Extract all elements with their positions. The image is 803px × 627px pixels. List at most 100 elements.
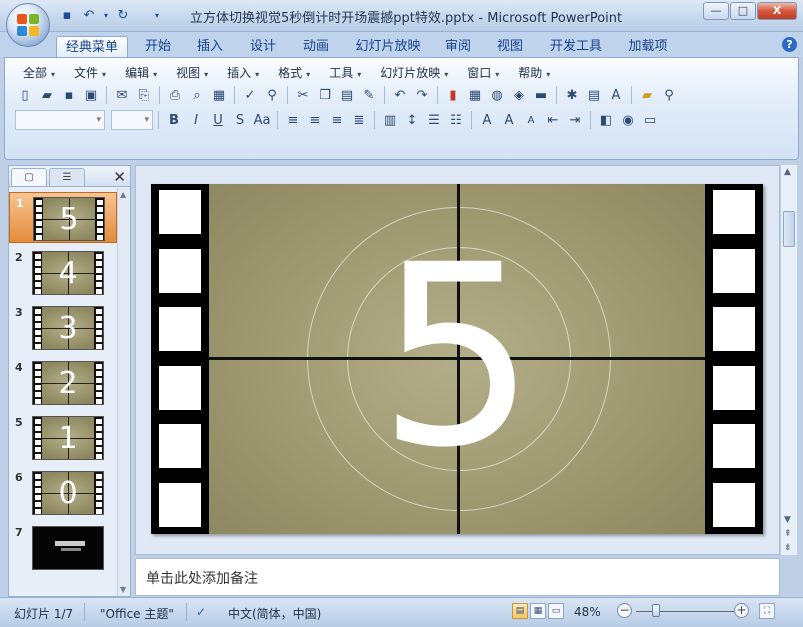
- slide-sorter-button[interactable]: ▦: [530, 603, 546, 619]
- menu-insert[interactable]: 插入: [217, 62, 268, 82]
- font-size-combo[interactable]: ▾: [111, 110, 153, 130]
- slide-canvas[interactable]: 5: [151, 184, 763, 534]
- menu-view[interactable]: 视图: [166, 62, 217, 82]
- justify-icon[interactable]: ≣: [349, 110, 369, 130]
- attach-icon[interactable]: ⎘: [134, 85, 154, 105]
- thumbnail-scrollbar[interactable]: ▲ ▼: [117, 188, 130, 596]
- align-center-icon[interactable]: ≡: [305, 110, 325, 130]
- redo-icon[interactable]: ↻: [114, 6, 132, 24]
- tab-design[interactable]: 设计: [243, 36, 283, 57]
- cut-icon[interactable]: ✂: [293, 85, 313, 105]
- menu-edit[interactable]: 编辑: [115, 62, 166, 82]
- tab-insert[interactable]: 插入: [190, 36, 230, 57]
- zoom-in-button[interactable]: +: [734, 603, 749, 618]
- decrease-indent-icon[interactable]: ⇤: [543, 110, 563, 130]
- shadow-icon[interactable]: S: [230, 110, 250, 130]
- tab-addins[interactable]: 加载项: [622, 36, 674, 57]
- thumbnail-slide[interactable]: 7: [9, 522, 117, 573]
- chart-icon[interactable]: ▮: [443, 85, 463, 105]
- arrange-icon[interactable]: ◧: [596, 110, 616, 130]
- research-icon[interactable]: ⚲: [262, 85, 282, 105]
- menu-file[interactable]: 文件: [64, 62, 115, 82]
- paste-icon[interactable]: ▤: [337, 85, 357, 105]
- thumbnail-slide[interactable]: 51: [9, 412, 117, 463]
- italic-icon[interactable]: I: [186, 110, 206, 130]
- next-slide-icon[interactable]: ⇟: [784, 543, 792, 553]
- zoom-slider-track[interactable]: [636, 611, 734, 612]
- align-left-icon[interactable]: ≡: [283, 110, 303, 130]
- layout-icon[interactable]: ▤: [584, 85, 604, 105]
- tab-home[interactable]: 开始: [138, 36, 178, 57]
- increase-indent-icon[interactable]: ⇥: [565, 110, 585, 130]
- maximize-button[interactable]: □: [730, 2, 756, 20]
- undo-icon[interactable]: ↶: [390, 85, 410, 105]
- menu-format[interactable]: 格式: [268, 62, 319, 82]
- tab-slideshow[interactable]: 幻灯片放映: [352, 36, 424, 57]
- slideshow-button[interactable]: ▭: [548, 603, 564, 619]
- email-icon[interactable]: ✉: [112, 85, 132, 105]
- tab-animation[interactable]: 动画: [296, 36, 336, 57]
- spellcheck-icon[interactable]: ✓: [196, 605, 206, 619]
- save-icon[interactable]: ▪: [58, 6, 76, 24]
- scroll-down-icon[interactable]: ▼: [784, 515, 791, 525]
- scroll-up-icon[interactable]: ▲: [120, 190, 126, 199]
- undo-icon[interactable]: ↶: [80, 6, 98, 24]
- format-painter-icon[interactable]: ✎: [359, 85, 379, 105]
- scroll-thumb[interactable]: [783, 211, 795, 247]
- minimize-button[interactable]: —: [703, 2, 729, 20]
- columns-icon[interactable]: ▥: [380, 110, 400, 130]
- menu-window[interactable]: 窗口: [457, 62, 508, 82]
- bold-icon[interactable]: B: [164, 110, 184, 130]
- scroll-down-icon[interactable]: ▼: [120, 585, 126, 594]
- shrink-font-icon[interactable]: A: [521, 110, 541, 130]
- save-icon[interactable]: ▪: [59, 85, 79, 105]
- font-name-combo[interactable]: ▾: [15, 110, 105, 130]
- thumbnail-slide[interactable]: 42: [9, 357, 117, 408]
- copy-icon[interactable]: ❐: [315, 85, 335, 105]
- theme-name[interactable]: "Office 主题": [100, 605, 174, 622]
- spelling-icon[interactable]: ✓: [240, 85, 260, 105]
- menu-slideshow[interactable]: 幻灯片放映: [370, 62, 457, 82]
- close-icon[interactable]: ✕: [113, 168, 126, 186]
- tab-classic-menu[interactable]: 经典菜单: [56, 36, 128, 57]
- smartart-icon[interactable]: ◍: [487, 85, 507, 105]
- new-icon[interactable]: ▯: [15, 85, 35, 105]
- new-slide-icon[interactable]: ✱: [562, 85, 582, 105]
- line-spacing-icon[interactable]: ↕: [402, 110, 422, 130]
- grow-font-icon[interactable]: A: [499, 110, 519, 130]
- zoom-icon[interactable]: ⚲: [659, 85, 679, 105]
- font-color-icon[interactable]: A: [477, 110, 497, 130]
- shape-outline-icon[interactable]: ▭: [640, 110, 660, 130]
- shape-fill-icon[interactable]: ▬: [531, 85, 551, 105]
- folder-icon[interactable]: ▰: [637, 85, 657, 105]
- thumbnail-slide[interactable]: 15: [9, 192, 117, 243]
- thumbnail-slide[interactable]: 24: [9, 247, 117, 298]
- dropdown-icon[interactable]: ▾: [102, 6, 110, 24]
- menu-tools[interactable]: 工具: [319, 62, 370, 82]
- open-icon[interactable]: ▰: [37, 85, 57, 105]
- office-button[interactable]: [6, 3, 50, 47]
- change-case-icon[interactable]: Aa: [252, 110, 272, 130]
- close-button[interactable]: X: [757, 2, 797, 20]
- slide-scrollbar[interactable]: ▲ ▼ ⇞ ⇟: [780, 165, 797, 555]
- tab-review[interactable]: 审阅: [438, 36, 478, 57]
- normal-view-button[interactable]: ▤: [512, 603, 528, 619]
- zoom-out-button[interactable]: −: [617, 603, 632, 618]
- tab-slides[interactable]: ▢: [11, 168, 47, 186]
- grid-icon[interactable]: ▦: [209, 85, 229, 105]
- numbering-icon[interactable]: ☰: [424, 110, 444, 130]
- tab-outline[interactable]: ☰: [49, 168, 85, 186]
- menu-all[interactable]: 全部: [13, 62, 64, 82]
- tab-view[interactable]: 视图: [490, 36, 530, 57]
- bullets-icon[interactable]: ☷: [446, 110, 466, 130]
- thumbnail-slide[interactable]: 60: [9, 467, 117, 518]
- table-icon[interactable]: ▦: [465, 85, 485, 105]
- prev-slide-icon[interactable]: ⇞: [784, 529, 792, 539]
- print-icon[interactable]: ⎙: [165, 85, 185, 105]
- align-right-icon[interactable]: ≡: [327, 110, 347, 130]
- scroll-up-icon[interactable]: ▲: [784, 167, 791, 177]
- customize-icon[interactable]: ▾: [148, 6, 166, 24]
- zoom-level[interactable]: 48%: [574, 605, 601, 619]
- underline-icon[interactable]: U: [208, 110, 228, 130]
- help-icon[interactable]: ?: [782, 37, 797, 52]
